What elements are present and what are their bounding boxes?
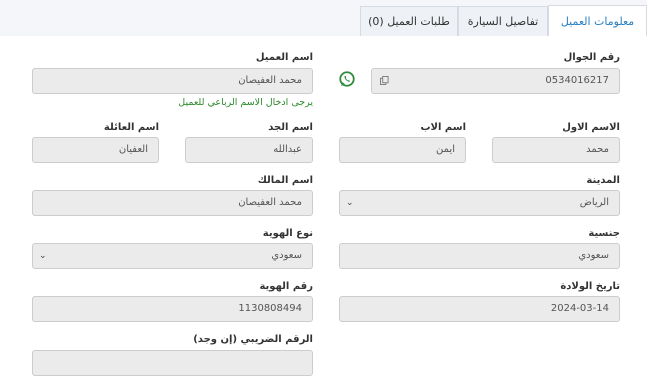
client-info-panel: رقم الجوال 0534016217 اسم العميل محمد ال… xyxy=(0,36,647,387)
father-name-field[interactable]: ايمن xyxy=(339,137,466,163)
mobile-label: رقم الجوال xyxy=(563,52,620,63)
grandfather-name-field[interactable]: عبدالله xyxy=(185,137,313,163)
copy-icon[interactable] xyxy=(380,76,389,85)
first-name-field[interactable]: محمد xyxy=(492,137,620,163)
city-label: المدينة xyxy=(586,175,620,186)
family-name-label: اسم العائلة xyxy=(103,122,159,133)
father-name-label: اسم الاب xyxy=(420,122,466,133)
birth-date-label: تاريخ الولادة xyxy=(560,281,620,292)
mobile-field[interactable]: 0534016217 xyxy=(371,68,620,94)
grandfather-name-label: اسم الجد xyxy=(268,122,313,133)
id-number-field[interactable]: 1130808494 xyxy=(32,296,313,322)
city-value: الرياض xyxy=(579,197,609,208)
family-name-field[interactable]: العفيان xyxy=(32,137,159,163)
id-type-label: نوع الهوية xyxy=(262,228,313,239)
mobile-value: 0534016217 xyxy=(545,75,609,86)
tax-number-label: الرقم الضريبي (إن وجد) xyxy=(193,334,313,345)
owner-name-field[interactable]: محمد العفيصان xyxy=(32,190,313,216)
client-name-field[interactable]: محمد العفيصان xyxy=(32,68,313,94)
chevron-down-icon: ⌄ xyxy=(346,198,354,208)
tax-number-field[interactable] xyxy=(32,350,313,376)
id-type-select[interactable]: سعودي ⌄ xyxy=(32,243,313,269)
first-name-label: الاسم الاول xyxy=(562,122,620,133)
nationality-label: جنسية xyxy=(588,228,620,239)
whatsapp-icon[interactable] xyxy=(338,70,356,88)
id-type-value: سعودي xyxy=(271,250,302,261)
city-select[interactable]: الرياض ⌄ xyxy=(339,190,620,216)
client-name-hint: يرجى ادخال الاسم الرباعي للعميل xyxy=(178,97,313,108)
chevron-down-icon: ⌄ xyxy=(39,251,47,261)
birth-date-field[interactable]: 2024-03-14 xyxy=(339,296,620,322)
tab-client-info[interactable]: معلومات العميل xyxy=(548,5,647,37)
id-number-label: رقم الهوية xyxy=(259,281,313,292)
tab-bar: معلومات العميل تفاصيل السيارة طلبات العم… xyxy=(0,0,647,37)
nationality-field[interactable]: سعودي xyxy=(339,243,620,269)
client-name-label: اسم العميل xyxy=(255,52,313,63)
tab-client-requests[interactable]: طلبات العميل (0) xyxy=(360,6,458,36)
tab-car-details[interactable]: تفاصيل السيارة xyxy=(458,6,548,36)
owner-name-label: اسم المالك xyxy=(257,175,313,186)
